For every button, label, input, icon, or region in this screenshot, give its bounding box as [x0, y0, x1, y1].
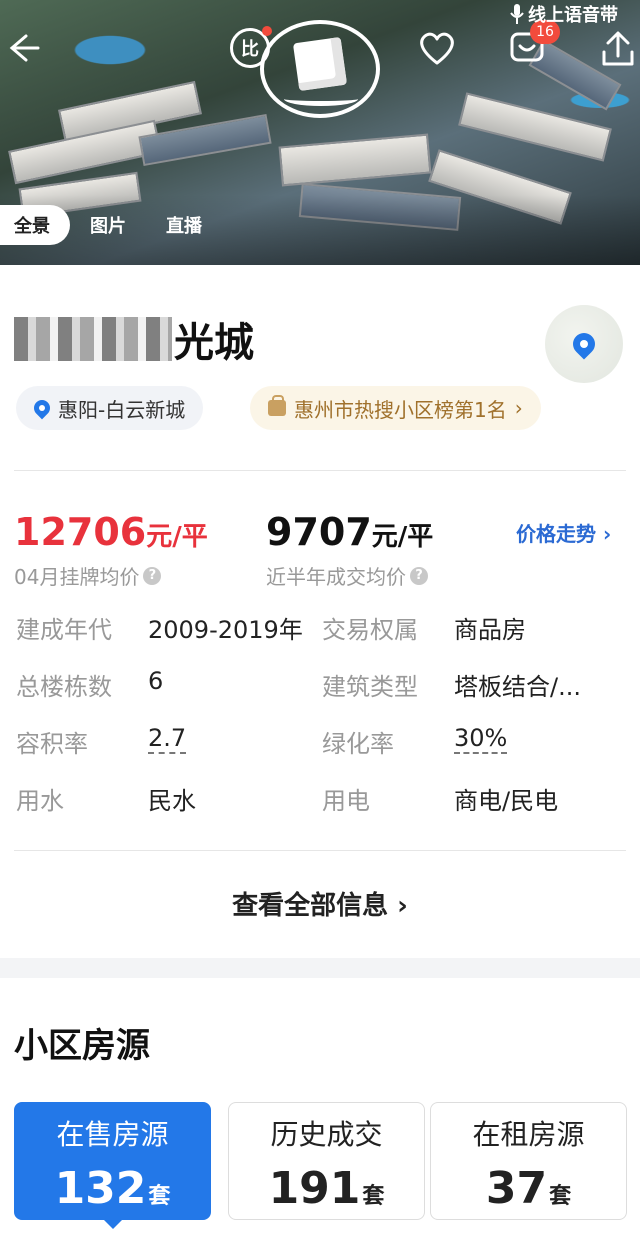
attr-key-buildings: 总楼栋数: [16, 673, 112, 701]
attr-value-buildings: 6: [148, 667, 164, 695]
building-image: [278, 133, 432, 187]
attr-key-building-type: 建筑类型: [322, 673, 418, 701]
tab-photos[interactable]: 图片: [70, 205, 146, 245]
divider: [14, 470, 626, 471]
listing-price: 12706元/平: [14, 510, 208, 554]
divider: [14, 850, 626, 851]
tile-count-value: 37: [485, 1163, 548, 1214]
community-name: 光城: [174, 320, 254, 366]
attr-value-ownership: 商品房: [454, 616, 526, 644]
listing-price-value: 12706: [14, 510, 147, 554]
deal-price-value: 9707: [266, 510, 372, 554]
tile-count: 37套: [431, 1163, 626, 1214]
attr-value-plot-ratio[interactable]: 2.7: [148, 724, 187, 754]
tile-label: 在租房源: [472, 1118, 585, 1151]
listings-section: 小区房源 在售房源 132套 历史成交 191套 在租房源 37套: [0, 978, 640, 1258]
attr-value-water: 民水: [148, 787, 196, 815]
hero-panorama[interactable]: 比 16 线上语音带 全景 图片 直播: [0, 0, 640, 265]
attr-key-water: 用水: [16, 787, 64, 815]
chevron-right-icon: ›: [514, 396, 523, 420]
tile-count-value: 191: [268, 1163, 361, 1214]
attr-key-plot-ratio: 容积率: [16, 730, 88, 758]
tile-for-sale[interactable]: 在售房源 132套: [14, 1102, 211, 1229]
voice-label: 线上语音带: [528, 5, 618, 26]
3d-cube-icon: [292, 36, 348, 92]
back-arrow-icon[interactable]: [4, 30, 40, 66]
help-icon[interactable]: ?: [410, 566, 428, 585]
location-label: 惠阳-白云新城: [58, 397, 186, 422]
redacted-name: [14, 317, 172, 361]
attr-key-ownership: 交易权属: [322, 616, 418, 644]
tab-panorama[interactable]: 全景: [0, 205, 70, 245]
tile-unit: 套: [549, 1184, 572, 1209]
deal-price: 9707元/平: [266, 510, 433, 554]
listing-price-label: 04月挂牌均价: [14, 565, 140, 589]
tile-count-value: 132: [54, 1163, 147, 1214]
view-all-info-button[interactable]: 查看全部信息 ›: [0, 885, 640, 922]
attr-key-build-year: 建成年代: [16, 616, 112, 644]
listing-price-unit: 元/平: [146, 522, 208, 552]
section-title: 小区房源: [14, 1026, 150, 1066]
rank-label: 惠州市热搜小区榜第1名: [294, 397, 507, 422]
deal-price-label: 近半年成交均价: [266, 565, 406, 589]
mic-icon: [510, 4, 524, 24]
rank-chip[interactable]: 惠州市热搜小区榜第1名 ›: [250, 386, 541, 430]
tile-label: 在售房源: [56, 1118, 169, 1151]
map-pin-icon: [568, 328, 600, 360]
tab-live[interactable]: 直播: [146, 205, 222, 245]
tile-history-deals[interactable]: 历史成交 191套: [228, 1102, 425, 1220]
rank-icon: [268, 395, 286, 416]
community-info-card: 光城 惠阳-白云新城 惠州市热搜小区榜第1名 › 12706元/平 04月挂牌均…: [0, 265, 640, 958]
price-trend-link[interactable]: 价格走势 ›: [516, 518, 611, 547]
help-icon[interactable]: ?: [143, 566, 162, 585]
heart-icon[interactable]: [416, 28, 458, 68]
building-image: [458, 92, 612, 162]
voice-guide[interactable]: 线上语音带: [510, 0, 618, 28]
attr-value-green-ratio[interactable]: 30%: [454, 724, 508, 754]
tile-unit: 套: [148, 1184, 171, 1209]
attr-key-power: 用电: [322, 787, 370, 815]
location-chip[interactable]: 惠阳-白云新城: [16, 386, 204, 430]
tile-count: 132套: [15, 1163, 210, 1214]
compare-label: 比: [241, 39, 259, 60]
share-icon[interactable]: [600, 30, 636, 68]
attr-value-power: 商电/民电: [454, 787, 559, 815]
rotate-arrow-icon: [284, 92, 358, 106]
attr-value-building-type: 塔板结合/...: [454, 673, 581, 701]
map-button[interactable]: [545, 305, 623, 383]
tile-label: 历史成交: [270, 1118, 383, 1151]
deal-price-unit: 元/平: [371, 522, 434, 552]
tile-for-rent[interactable]: 在租房源 37套: [430, 1102, 627, 1220]
compare-dot: [262, 26, 272, 36]
media-tabs: 全景 图片 直播: [0, 205, 222, 245]
attr-key-green-ratio: 绿化率: [322, 730, 394, 758]
deal-price-caption: 近半年成交均价 ?: [266, 561, 428, 590]
tile-count: 191套: [229, 1163, 424, 1214]
community-title: 光城: [14, 310, 254, 368]
listing-price-caption: 04月挂牌均价 ?: [14, 561, 162, 590]
location-pin-icon: [30, 396, 54, 420]
tile-unit: 套: [362, 1184, 385, 1209]
attr-value-build-year: 2009-2019年: [148, 616, 303, 644]
